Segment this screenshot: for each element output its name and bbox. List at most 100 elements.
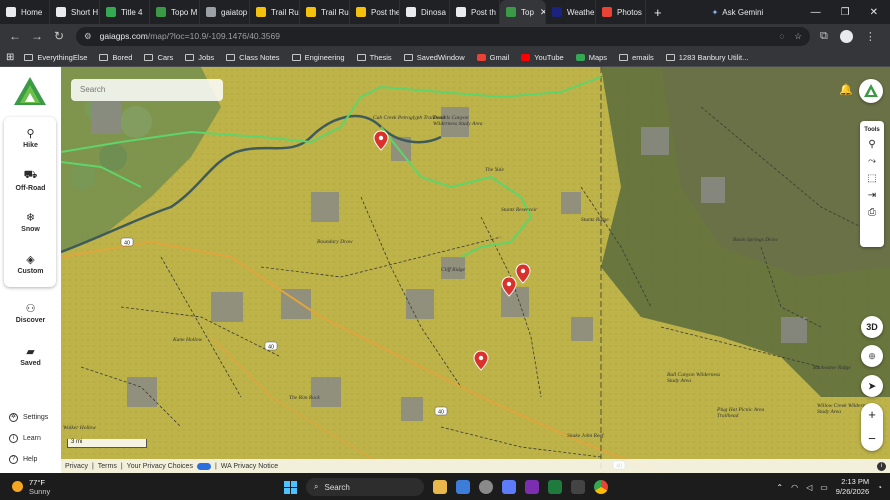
menu-icon[interactable]: ⋮ [865,30,876,43]
terms-link[interactable]: Terms [98,463,117,470]
onenote-icon[interactable] [525,480,539,494]
weather-text: 77°F Sunny [29,478,50,496]
browser-tab[interactable]: Trail Ru [300,0,350,24]
browser-tab[interactable]: Post the [350,0,400,24]
zoom-out-button[interactable]: − [861,427,883,451]
privacy-link[interactable]: Privacy [65,463,88,470]
toolbar-right: ⧉ ⋮ [820,29,876,43]
tray-chevron-icon[interactable]: ⌃ [776,483,783,492]
bookmark-item[interactable]: Class Notes [226,53,280,62]
sidebar-item-label: Custom [17,268,44,275]
import-icon[interactable]: ⇥ [860,190,884,201]
notification-bell-icon[interactable]: 🔔 [839,83,853,96]
map-info-icon[interactable]: i [877,461,886,471]
ask-gemini-button[interactable]: ✦ Ask Gemini [712,8,764,17]
bookmark-label: YouTube [534,52,564,62]
bookmark-item[interactable]: Gmail [476,52,510,62]
bookmark-item[interactable]: SavedWindow [403,53,465,62]
browser-tab[interactable]: Home [0,0,50,24]
settings-app-icon[interactable] [571,480,585,494]
browser-tab[interactable]: Weathe [546,0,596,24]
extensions-icon[interactable]: ⧉ [820,30,828,43]
tab-label: Post th [471,7,496,17]
taskbar-search[interactable]: ⌕ Search [306,478,424,496]
bookmark-item[interactable]: Cars [144,53,173,62]
saved-button[interactable]: ▰ Saved [0,345,61,367]
bookmark-item[interactable]: Engineering [291,53,345,62]
route-tool-icon[interactable]: ⤳ [860,156,884,167]
sidebar-item-hike[interactable]: ⚲ Hike [0,127,61,149]
bookmark-item[interactable]: Thesis [356,52,392,62]
volume-icon[interactable]: ◁ [806,483,812,492]
saved-folder-icon: ▰ [26,346,35,358]
help-button[interactable]: ? Help [9,455,37,464]
notification-icon[interactable]: ◔ [877,483,882,492]
waypoint-tool-icon[interactable]: ⚲ [860,139,884,150]
tab-favicon-icon [602,7,612,17]
map-canvas[interactable]: 40 40 40 40 Cub Creek Petroglyph Trailhe… [61,67,890,473]
github-icon[interactable] [479,480,493,494]
chrome-icon[interactable] [594,480,608,494]
browser-tab[interactable]: gaiatop [200,0,250,24]
bookmark-label: Gmail [489,52,510,62]
eye-off-icon[interactable]: ◌ [779,31,784,42]
sidebar-item-label: Off-Road [15,185,46,192]
forward-icon[interactable]: → [26,29,48,43]
browser-tab[interactable]: Top✕ [500,0,546,24]
browser-tab[interactable]: Photos [596,0,646,24]
sidebar-item-custom[interactable]: ◈ Custom [0,253,61,275]
bookmark-star-icon[interactable]: ☆ [794,31,802,42]
sidebar-item-snow[interactable]: ❄ Snow [0,211,61,233]
zoom-in-button[interactable]: + [861,403,883,427]
wifi-icon[interactable]: ◠ [791,483,798,492]
excel-icon[interactable] [548,480,562,494]
browser-tab[interactable]: Topo M [150,0,200,24]
photos-app-icon[interactable] [502,480,516,494]
restore-icon[interactable]: ❐ [841,7,850,18]
bookmark-item[interactable]: emails [619,53,654,62]
bookmark-item[interactable]: YouTube [521,52,564,62]
close-window-icon[interactable]: ✕ [870,7,878,18]
bookmark-item[interactable]: Jobs [185,53,214,62]
new-tab-button[interactable]: + [646,5,670,20]
bookmark-item[interactable]: 1283 Banbury Utilit... [665,53,748,62]
bookmark-item[interactable]: EverythingElse [24,53,87,62]
calculator-icon[interactable] [456,480,470,494]
taskbar-apps: ⌕ Search [284,478,608,496]
sidebar-item-off-road[interactable]: ⛟ Off-Road [0,169,61,192]
address-bar[interactable]: ⚙ gaiagps.com/map/?loc=10.9/-109.1476/40… [76,26,810,46]
weather-widget[interactable]: 77°F Sunny [12,478,50,496]
browser-tab[interactable]: Dinosa [400,0,450,24]
bookmark-label: Thesis [369,52,392,62]
print-icon[interactable]: ⎙ [860,207,884,218]
browser-tab[interactable]: Title 4 [100,0,150,24]
account-button[interactable] [859,79,883,103]
browser-tab[interactable]: Trail Ru [250,0,300,24]
discover-button[interactable]: ⚇ Discover [0,302,61,324]
locate-me-icon[interactable]: ➤ [861,375,883,397]
settings-button[interactable]: ✲ Settings [9,413,48,422]
clock[interactable]: 2:13 PM 9/26/2026 [836,477,869,497]
wa-privacy-link[interactable]: WA Privacy Notice [221,463,278,470]
minimize-icon[interactable]: — [811,7,821,18]
browser-tab[interactable]: Short H [50,0,100,24]
file-explorer-icon[interactable] [433,480,447,494]
profile-avatar[interactable] [839,29,853,43]
bookmark-item[interactable]: Maps [575,53,607,62]
bookmark-item[interactable]: Bored [99,53,132,62]
reload-icon[interactable]: ↻ [48,29,70,43]
battery-icon[interactable]: ▭ [820,483,828,492]
back-icon[interactable]: ← [4,29,26,43]
area-tool-icon[interactable]: ⬚ [860,173,884,184]
crosshair-icon[interactable]: ⊕ [861,345,883,367]
3d-button[interactable]: 3D [861,316,883,338]
site-info-icon[interactable]: ⚙ [84,31,92,42]
tab-favicon-icon [456,7,466,17]
apps-icon[interactable]: ⊞ [6,52,14,63]
windows-start-icon[interactable] [284,480,297,494]
gaia-logo-icon[interactable] [12,75,48,107]
browser-tab[interactable]: Post th [450,0,500,24]
learn-button[interactable]: i Learn [9,434,41,443]
privacy-choices-link[interactable]: Your Privacy Choices [127,463,193,470]
map-search-input[interactable]: Search [71,79,223,101]
